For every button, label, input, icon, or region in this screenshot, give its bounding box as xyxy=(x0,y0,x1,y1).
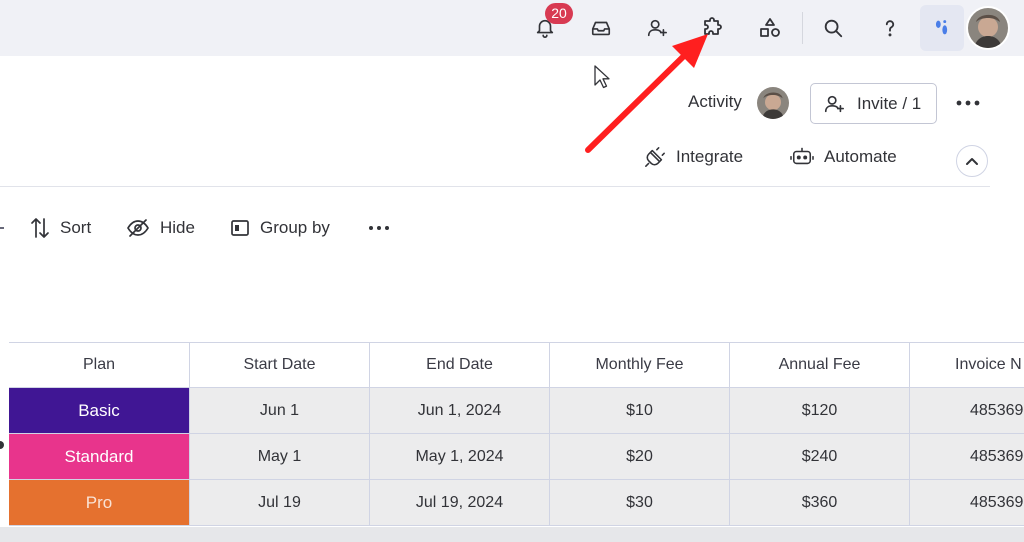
annual-fee-cell[interactable]: $240 xyxy=(730,434,910,479)
group-by-button[interactable]: Group by xyxy=(230,215,330,241)
end-date-cell[interactable]: Jul 19, 2024 xyxy=(370,480,550,525)
header-divider xyxy=(802,12,803,44)
toolbar-edge-mark xyxy=(0,227,4,229)
table-row: Basic Jun 1 Jun 1, 2024 $10 $120 485369 xyxy=(9,388,1024,434)
mouse-cursor-icon xyxy=(594,65,610,89)
start-date-cell[interactable]: May 1 xyxy=(190,434,370,479)
column-header-start-date[interactable]: Start Date xyxy=(190,343,370,387)
column-header-end-date[interactable]: End Date xyxy=(370,343,550,387)
plan-label: Standard xyxy=(64,446,134,466)
board-more-button[interactable] xyxy=(950,88,986,118)
integrate-button[interactable]: Integrate xyxy=(644,146,743,168)
brand-tile[interactable] xyxy=(920,5,964,51)
plug-icon xyxy=(645,147,665,167)
sort-icon xyxy=(31,218,49,238)
end-date-cell[interactable]: May 1, 2024 xyxy=(370,434,550,479)
hide-button[interactable]: Hide xyxy=(126,215,195,241)
activity-label[interactable]: Activity xyxy=(688,92,742,112)
sort-label: Sort xyxy=(60,218,92,237)
person-plus-icon xyxy=(824,95,844,112)
group-by-label: Group by xyxy=(260,218,330,237)
start-date-cell[interactable]: Jun 1 xyxy=(190,388,370,433)
end-date-cell[interactable]: Jun 1, 2024 xyxy=(370,388,550,433)
column-header-plan[interactable]: Plan xyxy=(9,343,190,387)
plan-label: Basic xyxy=(78,400,120,420)
apps-shapes-icon xyxy=(760,18,780,37)
table-row: Pro Jul 19 Jul 19, 2024 $30 $360 485369 xyxy=(9,480,1024,526)
more-dots-icon xyxy=(369,226,389,230)
search-button[interactable] xyxy=(815,10,851,46)
plan-label: Pro xyxy=(85,492,113,512)
column-header-annual-fee[interactable]: Annual Fee xyxy=(730,343,910,387)
plan-status-cell[interactable]: Basic xyxy=(9,388,190,433)
hide-label: Hide xyxy=(160,218,195,237)
marketplace-button[interactable] xyxy=(752,10,788,46)
brand-logo-icon xyxy=(935,20,948,35)
column-header-monthly-fee[interactable]: Monthly Fee xyxy=(550,343,730,387)
help-button[interactable] xyxy=(872,10,908,46)
monthly-fee-cell[interactable]: $20 xyxy=(550,434,730,479)
avatar-photo-icon xyxy=(968,8,1008,48)
eye-off-icon xyxy=(127,219,149,237)
annual-fee-cell[interactable]: $360 xyxy=(730,480,910,525)
chevron-up-icon xyxy=(966,158,978,165)
invoice-cell[interactable]: 485369 xyxy=(910,388,1024,433)
sort-button[interactable]: Sort xyxy=(30,215,91,241)
table-header-row: Plan Start Date End Date Monthly Fee Ann… xyxy=(9,342,1024,388)
monthly-fee-cell[interactable]: $30 xyxy=(550,480,730,525)
group-by-icon xyxy=(231,220,249,236)
column-header-invoice[interactable]: Invoice N xyxy=(910,343,1024,387)
toolbar-more-button[interactable] xyxy=(368,215,390,241)
question-icon xyxy=(885,20,895,37)
header-separator xyxy=(0,186,990,187)
notifications-badge: 20 xyxy=(545,3,573,24)
row-drag-handle[interactable] xyxy=(0,441,4,449)
robot-icon xyxy=(790,147,814,165)
invoice-cell[interactable]: 485369 xyxy=(910,480,1024,525)
activity-avatar[interactable] xyxy=(757,87,789,119)
bottom-scroll-strip xyxy=(0,527,1024,542)
plan-status-cell[interactable]: Standard xyxy=(9,434,190,479)
automate-label: Automate xyxy=(824,147,897,166)
table-row: Standard May 1 May 1, 2024 $20 $240 4853… xyxy=(9,434,1024,480)
search-icon xyxy=(824,19,843,38)
invoice-cell[interactable]: 485369 xyxy=(910,434,1024,479)
start-date-cell[interactable]: Jul 19 xyxy=(190,480,370,525)
invite-button[interactable]: Invite / 1 xyxy=(810,83,937,124)
integrate-label: Integrate xyxy=(676,147,744,166)
plan-status-cell[interactable]: Pro xyxy=(9,480,190,525)
invite-label: Invite / 1 xyxy=(857,93,922,113)
monthly-fee-cell[interactable]: $10 xyxy=(550,388,730,433)
collapse-header-button[interactable] xyxy=(956,145,988,177)
automate-button[interactable]: Automate xyxy=(790,146,897,168)
more-dots-icon xyxy=(956,100,980,106)
user-avatar[interactable] xyxy=(966,6,1010,50)
annual-fee-cell[interactable]: $120 xyxy=(730,388,910,433)
top-header: 20 xyxy=(0,0,1024,56)
avatar-photo-icon xyxy=(757,87,789,119)
